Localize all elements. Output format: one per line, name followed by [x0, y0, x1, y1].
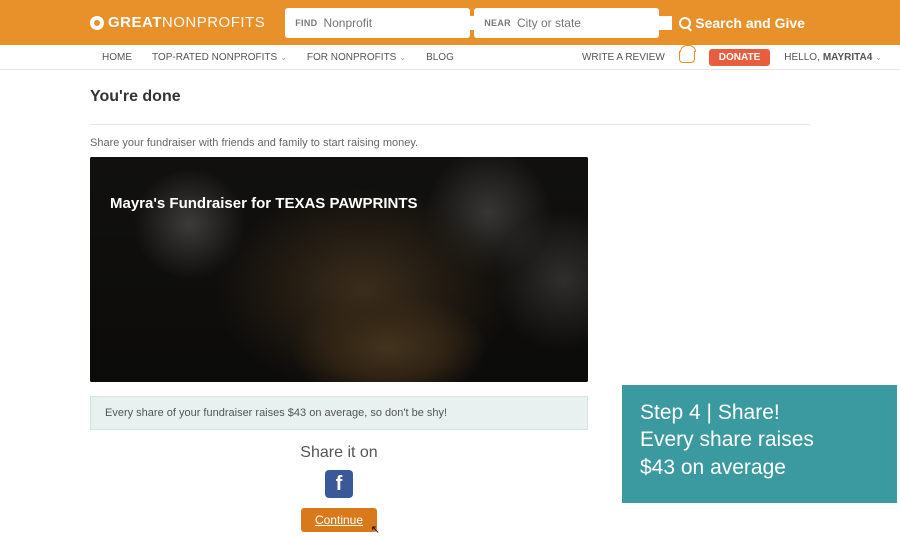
near-label: NEAR — [484, 18, 511, 28]
find-input[interactable] — [323, 16, 478, 30]
chevron-down-icon: ⌄ — [875, 53, 882, 62]
page-title: You're done — [90, 88, 810, 106]
logo-icon — [90, 16, 104, 30]
nav-for-nonprofits-label: FOR NONPROFITS — [307, 52, 396, 63]
logo-bold: GREAT — [108, 14, 162, 31]
basket-icon[interactable] — [679, 51, 695, 63]
chevron-down-icon: ⌄ — [399, 53, 406, 62]
search-give-text: Search and Give — [695, 15, 805, 31]
nav-right: WRITE A REVIEW DONATE HELLO, MAYRITA4 ⌄ — [582, 49, 882, 66]
share-tip-banner: Every share of your fundraiser raises $4… — [90, 396, 588, 430]
search-icon — [679, 17, 691, 29]
user-menu[interactable]: HELLO, MAYRITA4 ⌄ — [784, 52, 882, 63]
share-on-label: Share it on — [90, 444, 588, 462]
near-box[interactable]: NEAR — [474, 8, 659, 38]
search-and-give-link[interactable]: Search and Give — [679, 15, 805, 31]
nav-left: HOME TOP-RATED NONPROFITS⌄ FOR NONPROFIT… — [102, 52, 454, 63]
hero-overlay — [90, 157, 588, 382]
nav-bar: HOME TOP-RATED NONPROFITS⌄ FOR NONPROFIT… — [0, 45, 900, 70]
nav-home[interactable]: HOME — [102, 52, 132, 63]
facebook-icon[interactable]: f — [325, 470, 353, 498]
donate-button[interactable]: DONATE — [709, 49, 770, 66]
callout-line1: Step 4 | Share! — [640, 399, 879, 426]
fundraiser-title: Mayra's Fundraiser for TEXAS PAWPRINTS — [110, 195, 418, 212]
callout-line2: Every share raises — [640, 426, 879, 453]
cursor-icon: ↖ — [371, 523, 380, 536]
find-box[interactable]: FIND — [285, 8, 470, 38]
continue-label: Continue — [315, 513, 363, 527]
top-header: GREATNONPROFITS FIND NEAR Search and Giv… — [0, 0, 900, 45]
nav-blog[interactable]: BLOG — [426, 52, 454, 63]
near-input[interactable] — [517, 16, 672, 30]
hello-text: HELLO, — [784, 52, 820, 63]
logo-light: NONPROFITS — [162, 14, 265, 31]
step-callout: Step 4 | Share! Every share raises $43 o… — [622, 385, 897, 503]
share-section: Share it on f Continue ↖ — [90, 444, 588, 532]
logo[interactable]: GREATNONPROFITS — [90, 14, 265, 31]
nav-top-rated-label: TOP-RATED NONPROFITS — [152, 52, 277, 63]
nav-top-rated[interactable]: TOP-RATED NONPROFITS⌄ — [152, 52, 287, 63]
callout-line3: $43 on average — [640, 454, 879, 481]
write-review-link[interactable]: WRITE A REVIEW — [582, 52, 665, 63]
page-subtitle: Share your fundraiser with friends and f… — [90, 137, 810, 149]
find-label: FIND — [295, 18, 317, 28]
chevron-down-icon: ⌄ — [280, 53, 287, 62]
nav-for-nonprofits[interactable]: FOR NONPROFITS⌄ — [307, 52, 406, 63]
search-wrap: FIND NEAR — [285, 8, 659, 38]
fundraiser-hero: Mayra's Fundraiser for TEXAS PAWPRINTS — [90, 157, 588, 382]
username-text: MAYRITA4 — [823, 52, 872, 63]
continue-button[interactable]: Continue ↖ — [301, 508, 377, 532]
divider — [90, 124, 810, 125]
